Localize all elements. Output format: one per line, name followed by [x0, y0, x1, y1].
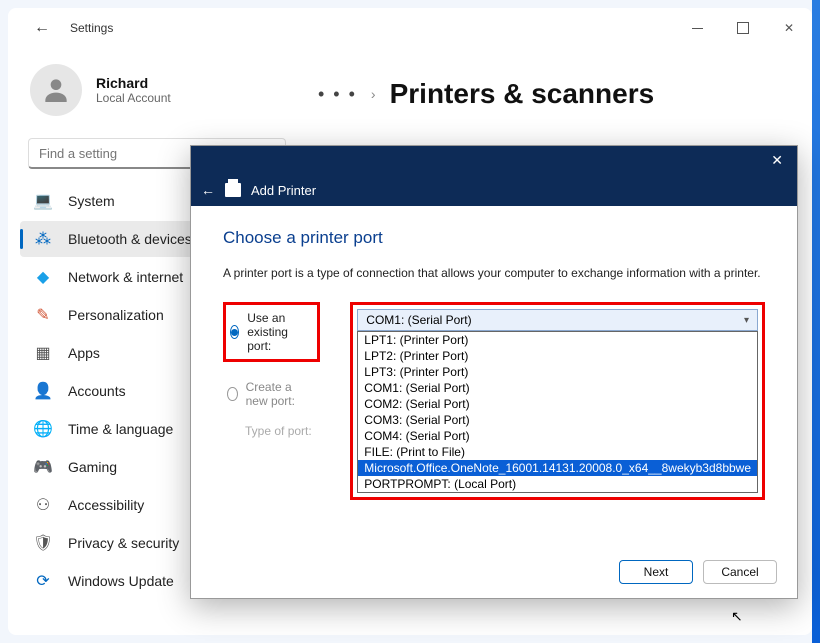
window-controls: [674, 12, 812, 44]
highlight-existing-port: Use an existing port:: [223, 302, 320, 362]
radio-existing-port[interactable]: Use an existing port:: [230, 311, 313, 353]
nav-label: Accounts: [68, 383, 126, 399]
port-option[interactable]: COM4: (Serial Port): [358, 428, 757, 444]
nav-icon: ▦: [34, 344, 52, 362]
nav-icon: 👤: [34, 382, 52, 400]
profile-block[interactable]: Richard Local Account: [20, 58, 294, 134]
radio-unselected-icon: [227, 387, 238, 401]
port-combobox[interactable]: COM1: (Serial Port) ▾: [357, 309, 758, 331]
nav-label: Privacy & security: [68, 535, 179, 551]
dialog-header: ← Add Printer: [191, 174, 797, 206]
cancel-button[interactable]: Cancel: [703, 560, 777, 584]
radio-new-label: Create a new port:: [246, 380, 317, 408]
profile-name: Richard: [96, 75, 171, 91]
nav-icon: ◆: [34, 268, 52, 286]
port-option[interactable]: LPT3: (Printer Port): [358, 364, 757, 380]
profile-sub: Local Account: [96, 91, 171, 105]
nav-label: Time & language: [68, 421, 173, 437]
nav-label: Network & internet: [68, 269, 183, 285]
port-option[interactable]: COM2: (Serial Port): [358, 396, 757, 412]
nav-icon: ⁂: [34, 230, 52, 248]
next-button[interactable]: Next: [619, 560, 693, 584]
nav-label: Gaming: [68, 459, 117, 475]
port-option[interactable]: LPT2: (Printer Port): [358, 348, 757, 364]
radio-existing-label: Use an existing port:: [247, 311, 313, 353]
port-option[interactable]: Microsoft.Office.OneNote_16001.14131.200…: [358, 460, 757, 476]
page-title: Printers & scanners: [390, 78, 655, 110]
nav-label: Personalization: [68, 307, 164, 323]
nav-icon: ⟳: [34, 572, 52, 590]
nav-icon: 🛡: [34, 534, 52, 552]
port-option[interactable]: COM1: (Serial Port): [358, 380, 757, 396]
nav-icon: 🎮: [34, 458, 52, 476]
printer-icon: [225, 183, 241, 197]
dialog-title: Choose a printer port: [223, 228, 765, 248]
nav-icon: ✎: [34, 306, 52, 324]
window-close-button[interactable]: [766, 12, 812, 44]
dialog-description: A printer port is a type of connection t…: [223, 266, 765, 280]
minimize-button[interactable]: [674, 12, 720, 44]
nav-icon: ⚇: [34, 496, 52, 514]
app-title: Settings: [70, 21, 113, 35]
chevron-down-icon: ▾: [744, 315, 749, 326]
port-option[interactable]: LPT1: (Printer Port): [358, 332, 757, 348]
port-option[interactable]: PORTPROMPT: (Local Port): [358, 476, 757, 492]
breadcrumb: • • • › Printers & scanners: [318, 78, 772, 110]
nav-label: Bluetooth & devices: [68, 231, 192, 247]
combo-value: COM1: (Serial Port): [366, 313, 471, 327]
nav-label: Accessibility: [68, 497, 144, 513]
back-arrow-icon[interactable]: ←: [34, 19, 50, 37]
chevron-right-icon: ›: [371, 86, 376, 102]
person-icon: [40, 74, 72, 106]
desktop-edge: [812, 0, 820, 643]
avatar: [30, 64, 82, 116]
nav-label: System: [68, 193, 115, 209]
add-printer-dialog: ✕ ← Add Printer Choose a printer port A …: [190, 145, 798, 599]
dialog-back-icon[interactable]: ←: [201, 182, 215, 198]
nav-icon: 🌐: [34, 420, 52, 438]
type-of-port-label: Type of port:: [223, 424, 320, 438]
nav-label: Windows Update: [68, 573, 174, 589]
nav-icon: 💻: [34, 192, 52, 210]
nav-label: Apps: [68, 345, 100, 361]
port-option[interactable]: COM3: (Serial Port): [358, 412, 757, 428]
breadcrumb-more-icon[interactable]: • • •: [318, 84, 357, 105]
titlebar: ← Settings: [8, 8, 812, 48]
dialog-titlebar: ✕: [191, 146, 797, 174]
radio-selected-icon: [230, 325, 239, 339]
highlight-port-dropdown: COM1: (Serial Port) ▾ LPT1: (Printer Por…: [350, 302, 765, 500]
maximize-button[interactable]: [720, 12, 766, 44]
dialog-close-button[interactable]: ✕: [765, 150, 789, 171]
radio-new-port[interactable]: Create a new port:: [223, 374, 320, 414]
port-option[interactable]: FILE: (Print to File): [358, 444, 757, 460]
port-dropdown-list[interactable]: LPT1: (Printer Port)LPT2: (Printer Port)…: [357, 331, 758, 493]
dialog-header-title: Add Printer: [251, 183, 316, 198]
